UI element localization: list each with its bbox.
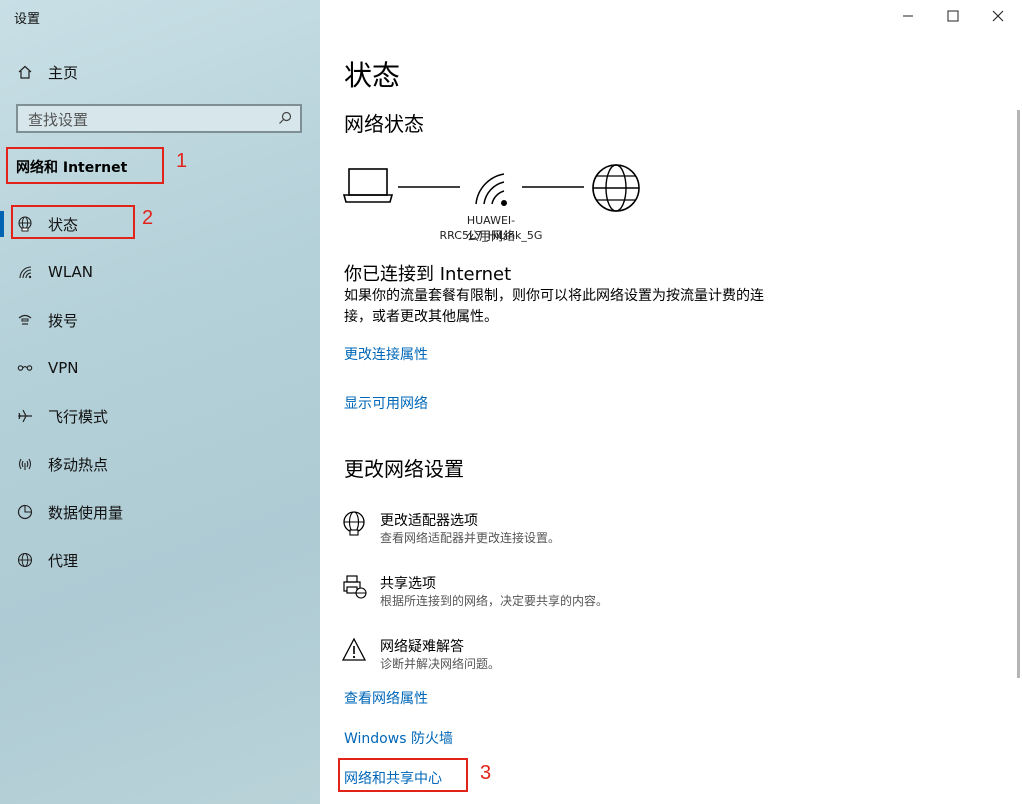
sidebar-item-wlan[interactable]: WLAN [0, 252, 320, 292]
sharing-options-item[interactable]: 共享选项 根据所连接到的网络，决定要共享的内容。 [342, 574, 762, 614]
annotation-number-3: 3 [480, 762, 492, 784]
sidebar-item-vpn[interactable]: VPN [0, 348, 320, 388]
adapter-options-item[interactable]: 更改适配器选项 查看网络适配器并更改连接设置。 [342, 511, 762, 551]
sidebar-item-label: 主页 [48, 63, 79, 82]
maximize-icon [947, 10, 959, 22]
option-description: 根据所连接到的网络，决定要共享的内容。 [380, 594, 609, 608]
annotation-box-2 [11, 205, 135, 239]
annotation-number-1: 1 [176, 150, 188, 172]
wifi-signal-icon [475, 173, 507, 206]
airplane-icon [16, 407, 34, 425]
annotation-number-2: 2 [142, 207, 154, 229]
sidebar-item-label: WLAN [48, 263, 94, 281]
option-description: 查看网络适配器并更改连接设置。 [380, 531, 561, 545]
troubleshoot-item[interactable]: 网络疑难解答 诊断并解决网络问题。 [342, 637, 762, 677]
sidebar-item-dialup[interactable]: 拨号 [0, 300, 320, 340]
wifi-icon [16, 263, 34, 281]
sidebar-item-label: VPN [48, 359, 79, 377]
option-title: 更改适配器选项 [380, 513, 478, 529]
sidebar-item-home[interactable]: 主页 [0, 52, 320, 92]
change-connection-properties-link[interactable]: 更改连接属性 [344, 344, 428, 364]
network-type: 公用网络 [466, 229, 515, 243]
page-title: 状态 [344, 59, 401, 92]
close-icon [992, 10, 1004, 22]
proxy-globe-icon [16, 551, 34, 569]
warning-triangle-icon [342, 637, 367, 661]
scrollbar[interactable] [1017, 110, 1020, 678]
sidebar-item-airplane[interactable]: 飞行模式 [0, 396, 320, 436]
search-input[interactable] [18, 106, 270, 133]
sidebar: 设置 主页 网络和 Internet 状态 WLAN 拨号 [0, 0, 320, 804]
minimize-icon [903, 15, 913, 17]
option-title: 网络疑难解答 [380, 639, 464, 655]
sidebar-item-label: 移动热点 [48, 455, 109, 474]
hotspot-icon [16, 455, 34, 473]
vpn-icon [16, 359, 34, 377]
annotation-box-1 [6, 147, 164, 184]
sidebar-item-hotspot[interactable]: 移动热点 [0, 444, 320, 484]
app-title: 设置 [14, 12, 41, 27]
home-icon [16, 63, 34, 81]
adapter-globe-icon [343, 511, 365, 536]
sharing-printer-icon [343, 575, 367, 599]
show-available-networks-link[interactable]: 显示可用网络 [344, 393, 428, 413]
network-status-heading: 网络状态 [344, 112, 424, 136]
network-diagram [342, 164, 640, 212]
connected-description: 如果你的流量套餐有限制，则你可以将此网络设置为按流量计费的连接，或者更改其他属性… [344, 288, 764, 325]
main-panel: 状态 网络状态 HUAWEI-RRC5L7_HiLink_5G 公用网络 你已连… [320, 0, 1022, 804]
search-icon[interactable] [278, 111, 292, 125]
internet-globe-icon [592, 164, 640, 212]
option-description: 诊断并解决网络问题。 [380, 657, 501, 671]
search-box[interactable] [16, 104, 302, 133]
laptop-icon [342, 168, 394, 203]
sidebar-item-label: 飞行模式 [48, 407, 109, 426]
sidebar-item-data-usage[interactable]: 数据使用量 [0, 492, 320, 532]
annotation-box-3 [338, 758, 468, 792]
windows-firewall-link[interactable]: Windows 防火墙 [344, 728, 453, 748]
data-usage-icon [16, 503, 34, 521]
option-title: 共享选项 [380, 576, 436, 592]
maximize-button[interactable] [943, 6, 963, 26]
sidebar-item-label: 拨号 [48, 311, 79, 330]
sidebar-item-label: 代理 [48, 551, 79, 570]
close-button[interactable] [988, 6, 1008, 26]
change-network-settings-heading: 更改网络设置 [344, 457, 464, 481]
minimize-button[interactable] [898, 6, 918, 26]
view-network-properties-link[interactable]: 查看网络属性 [344, 688, 428, 708]
sidebar-item-label: 数据使用量 [48, 503, 124, 522]
sidebar-item-proxy[interactable]: 代理 [0, 540, 320, 580]
connected-title: 你已连接到 Internet [344, 264, 512, 285]
dialup-icon [16, 311, 34, 329]
